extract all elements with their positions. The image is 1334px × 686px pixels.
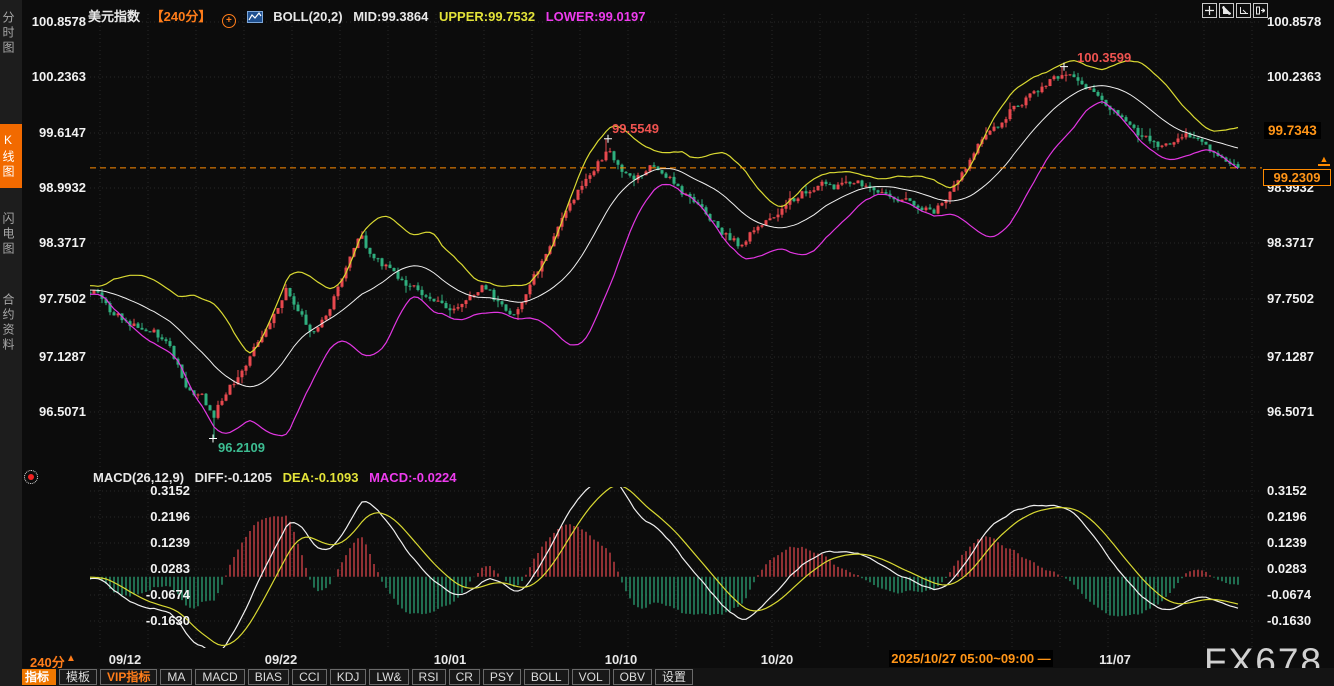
macd-axis-label: -0.1630	[130, 613, 190, 628]
price-annotation: 99.5549	[612, 121, 659, 136]
boll-lower: LOWER:99.0197	[546, 9, 646, 24]
macd-axis-label: -0.1630	[1267, 613, 1311, 628]
macd-axis-label: -0.0674	[1267, 587, 1311, 602]
toolbar-template-button[interactable]: 模板	[59, 669, 97, 685]
toolbar-vip-indicators-button[interactable]: VIP指标	[100, 669, 157, 685]
price-marker-label: 99.7343	[1264, 122, 1321, 139]
price-arrow-icon: ▲	[1318, 155, 1330, 166]
toolbar-indicators-button[interactable]: 指标	[18, 669, 56, 685]
toolbar-cci-button[interactable]: CCI	[292, 669, 327, 685]
x-axis-date: 10/10	[605, 652, 638, 667]
toolbar-bias-button[interactable]: BIAS	[248, 669, 289, 685]
sidebar-tab-flash-chart[interactable]: 闪电图	[0, 204, 22, 264]
macd-axis-label: 0.3152	[130, 483, 190, 498]
axis-zoom-left-icon[interactable]	[1219, 3, 1234, 18]
macd-axis-label: 0.0283	[1267, 561, 1307, 576]
selected-bar-datetime: 2025/10/27 05:00~09:00 —	[889, 650, 1053, 667]
boll-label: BOLL(20,2)	[273, 9, 342, 24]
x-axis-date: 09/22	[265, 652, 298, 667]
toolbar-settings-button[interactable]: 设置	[655, 669, 693, 685]
y-axis-label: 98.3717	[1267, 235, 1314, 250]
toolbar-ma-button[interactable]: MA	[160, 669, 192, 685]
macd-value: MACD:-0.0224	[369, 470, 456, 485]
macd-axis-label: 0.2196	[1267, 509, 1307, 524]
toolbar-kdj-button[interactable]: KDJ	[330, 669, 367, 685]
add-indicator-icon[interactable]: +	[222, 14, 236, 28]
boll-mid: MID:99.3864	[353, 9, 428, 24]
macd-axis-label: -0.0674	[130, 587, 190, 602]
boll-upper: UPPER:99.7532	[439, 9, 535, 24]
price-annotation: 100.3599	[1077, 50, 1131, 65]
window-controls	[1202, 3, 1268, 18]
macd-axis-label: 0.1239	[130, 535, 190, 550]
toolbar-obv-button[interactable]: OBV	[613, 669, 652, 685]
indicator-toolbar: 指标 模板 VIP指标 MA MACD BIAS CCI KDJ LW& RSI…	[18, 669, 693, 685]
period-label: 【240分】	[151, 9, 212, 24]
chart-canvas[interactable]	[0, 0, 1334, 686]
toolbar-psy-button[interactable]: PSY	[483, 669, 521, 685]
chart-header: 美元指数 【240分】 + BOLL(20,2) MID:99.3864 UPP…	[88, 6, 652, 28]
macd-axis-label: 0.3152	[1267, 483, 1307, 498]
y-axis-label: 100.8578	[1267, 14, 1321, 29]
x-axis-date: 09/12	[109, 652, 142, 667]
macd-dea: DEA:-0.1093	[283, 470, 359, 485]
exit-view-icon[interactable]	[1253, 3, 1268, 18]
sidebar-tab-contract-info[interactable]: 合约资料	[0, 276, 22, 370]
x-axis-date: 10/01	[434, 652, 467, 667]
timeframe-arrow-icon[interactable]: ▲	[66, 653, 76, 664]
sidebar-tab-kline-chart[interactable]: K线图	[0, 124, 22, 188]
toolbar-boll-button[interactable]: BOLL	[524, 669, 569, 685]
sidebar-tab-time-chart[interactable]: 分时图	[0, 6, 22, 60]
y-axis-label: 100.2363	[1267, 69, 1321, 84]
macd-axis-label: 0.1239	[1267, 535, 1307, 550]
pan-icon[interactable]	[1202, 3, 1217, 18]
symbol-name: 美元指数	[88, 9, 140, 24]
macd-axis-label: 0.2196	[130, 509, 190, 524]
left-sidebar: 分时图 K线图 闪电图 合约资料	[0, 0, 22, 686]
toolbar-lw-button[interactable]: LW&	[369, 669, 408, 685]
last-price-badge: 99.2309	[1263, 169, 1331, 186]
trading-app-window: 分时图 K线图 闪电图 合约资料 美元指数 【240分】 + BOLL(20,2…	[0, 0, 1334, 686]
axis-zoom-right-icon[interactable]	[1236, 3, 1251, 18]
y-axis-label: 97.1287	[1267, 349, 1314, 364]
toolbar-macd-button[interactable]: MACD	[195, 669, 244, 685]
x-axis-date: 10/20	[761, 652, 794, 667]
y-axis-label: 97.7502	[1267, 291, 1314, 306]
y-axis-label: 96.5071	[1267, 404, 1314, 419]
toolbar-vol-button[interactable]: VOL	[572, 669, 610, 685]
toolbar-cr-button[interactable]: CR	[449, 669, 480, 685]
x-axis-date: 11/07	[1099, 652, 1131, 667]
chart-type-icon[interactable]	[247, 11, 267, 26]
price-annotation: 96.2109	[218, 440, 265, 455]
macd-diff: DIFF:-0.1205	[195, 470, 272, 485]
indicator-target-icon[interactable]	[24, 470, 38, 484]
macd-axis-label: 0.0283	[130, 561, 190, 576]
toolbar-rsi-button[interactable]: RSI	[412, 669, 446, 685]
